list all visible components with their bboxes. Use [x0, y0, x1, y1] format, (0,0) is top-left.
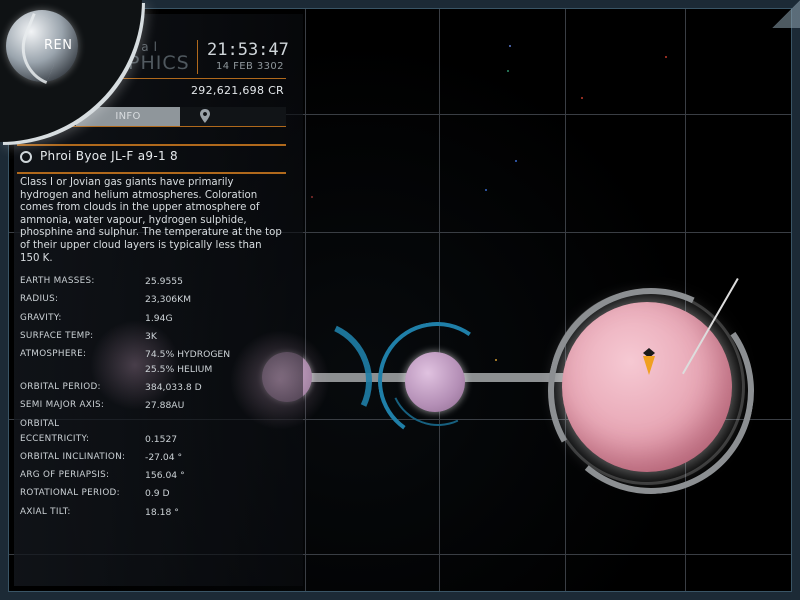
stat-value: 1.94G — [145, 312, 173, 324]
star — [507, 70, 509, 72]
credits-balance: 292,621,698 CR — [191, 84, 285, 97]
stat-row: ORBITAL INCLINATION: -27.04 ° — [20, 452, 284, 470]
star — [495, 359, 497, 361]
stat-row: ROTATIONAL PERIOD: 0.9 D — [20, 488, 284, 506]
header-divider — [197, 40, 198, 74]
star — [665, 56, 667, 58]
moon-icon[interactable] — [405, 352, 465, 412]
grid-line — [305, 9, 306, 591]
stat-label: RADIUS: — [20, 294, 59, 305]
emblem-label: REN — [44, 38, 73, 53]
stat-label: ORBITAL PERIOD: — [20, 382, 101, 393]
star — [311, 196, 313, 198]
stat-row: ARG OF PERIAPSIS: 156.04 ° — [20, 470, 284, 488]
stat-row: RADIUS: 23,306KM — [20, 294, 284, 312]
game-date: 14 FEB 3302 — [216, 61, 284, 72]
stat-value: 25.5% HELIUM — [145, 364, 213, 376]
stat-label: ARG OF PERIAPSIS: — [20, 470, 110, 481]
stat-label: GRAVITY: — [20, 312, 62, 323]
star — [509, 45, 511, 47]
stat-label: SEMI MAJOR AXIS: — [20, 400, 105, 411]
stat-value: 384,033.8 D — [145, 382, 202, 394]
star — [485, 189, 487, 191]
player-location-marker-icon — [643, 348, 655, 375]
stat-value: 156.04 ° — [145, 470, 185, 482]
stat-row: ORBITAL PERIOD: 384,033.8 D — [20, 382, 284, 400]
stat-row: ORBITAL ECCENTRICITY: 0.1527 — [20, 419, 284, 452]
stat-label: ORBITAL INCLINATION: — [20, 451, 126, 462]
tab-info[interactable]: INFO — [76, 107, 180, 126]
stat-value: 3K — [145, 330, 157, 342]
body-type-icon — [20, 151, 32, 163]
frame-corner — [772, 0, 800, 28]
stat-row: ATMOSPHERE: 74.5% HYDROGEN 25.5% HELIUM — [20, 349, 284, 382]
stat-row: AXIAL TILT: 18.18 ° — [20, 507, 284, 525]
body-stats-list: EARTH MASSES: 25.9555 RADIUS: 23,306KM G… — [20, 276, 284, 525]
stat-row: GRAVITY: 1.94G — [20, 313, 284, 331]
star — [515, 160, 517, 162]
stat-value: 23,306KM — [145, 294, 192, 306]
stat-value: 0.1527 — [145, 433, 178, 445]
body-name: Phroi Byoe JL-F a9-1 8 — [40, 149, 178, 163]
stat-row: SURFACE TEMP: 3K — [20, 331, 284, 349]
body-description: Class I or Jovian gas giants have primar… — [20, 177, 282, 264]
stat-value: 18.18 ° — [145, 506, 179, 518]
stat-value: 0.9 D — [145, 488, 170, 500]
map-pin-icon — [200, 109, 210, 123]
stat-label: ECCENTRICITY: — [20, 433, 90, 444]
game-clock: 21:53:47 — [207, 40, 289, 60]
stat-label: EARTH MASSES: — [20, 276, 95, 286]
stat-label: SURFACE TEMP: — [20, 330, 94, 341]
stat-label: AXIAL TILT: — [20, 506, 71, 517]
grid-line — [439, 9, 440, 591]
stat-value: 25.9555 — [145, 276, 183, 287]
stat-value: -27.04 ° — [145, 451, 183, 463]
stat-label: ROTATIONAL PERIOD: — [20, 488, 120, 499]
stat-value: 74.5% HYDROGEN — [145, 349, 231, 361]
star — [581, 97, 583, 99]
stat-row: SEMI MAJOR AXIS: 27.88AU — [20, 400, 284, 418]
header-rule — [100, 78, 286, 79]
selection-bracket — [524, 264, 778, 518]
stat-row: EARTH MASSES: 25.9555 — [20, 276, 284, 294]
stat-label: ORBITAL — [20, 418, 60, 429]
stat-label: ATMOSPHERE: — [20, 349, 87, 360]
stat-value: 27.88AU — [145, 400, 185, 412]
tab-navigation[interactable] — [180, 107, 286, 126]
